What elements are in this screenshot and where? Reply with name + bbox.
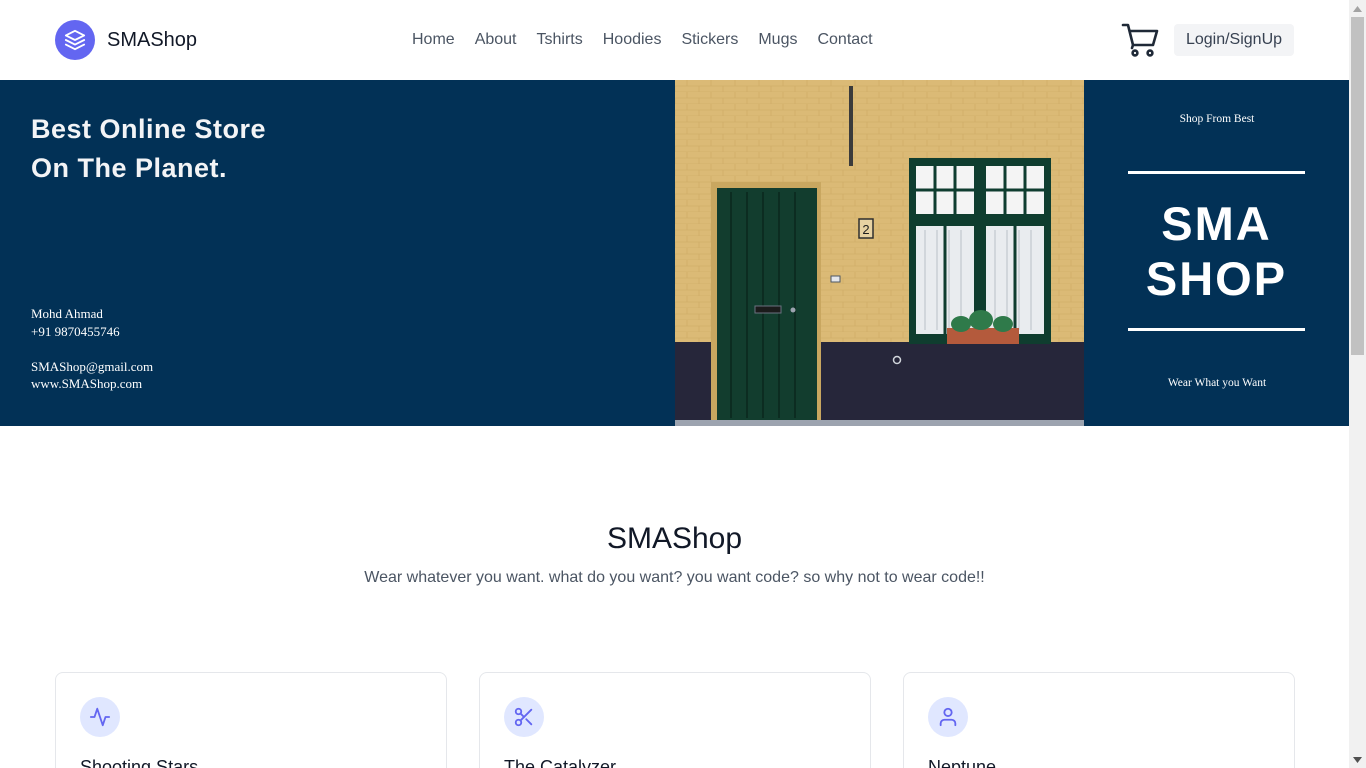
main-nav: Home About Tshirts Hoodies Stickers Mugs… [402, 29, 883, 51]
scissors-icon [504, 697, 544, 737]
section-title: SMAShop [606, 522, 743, 555]
navbar: SMAShop Home About Tshirts Hoodies Stick… [0, 0, 1349, 80]
hero-contact-block: Mohd Ahmad +91 9870455746 SMAShop@gmail.… [31, 305, 153, 393]
hero-divider-bottom [1128, 328, 1305, 331]
activity-pulse-icon [80, 697, 120, 737]
hero-headline: Best Online Store On The Planet. [31, 114, 267, 183]
brand-link[interactable]: SMAShop [55, 20, 197, 60]
cart-icon[interactable] [1121, 22, 1159, 58]
contact-phone: +91 9870455746 [31, 323, 120, 339]
feature-card-neptune: Neptune [903, 672, 1295, 768]
feature-card-shooting-stars: Shooting Stars [55, 672, 447, 768]
scroll-up-arrow-icon[interactable] [1349, 0, 1366, 17]
nav-link-about[interactable]: About [475, 29, 517, 51]
hero-tagline-top: Shop From Best [1179, 113, 1255, 125]
nav-link-contact[interactable]: Contact [817, 29, 872, 51]
nav-link-tshirts[interactable]: Tshirts [537, 29, 583, 51]
hero-logo-line2: SHOP [1145, 252, 1288, 305]
hero-logo-text: SMA SHOP [1128, 196, 1305, 306]
feature-card-the-catalyzer: The Catalyzer [479, 672, 871, 768]
contact-email: SMAShop@gmail.com [31, 358, 154, 374]
hero-banner: Best Online Store On The Planet. Mohd Ah… [0, 80, 1349, 426]
hero-tagline-bottom: Wear What you Want [1167, 377, 1267, 389]
brand-name: SMAShop [107, 28, 198, 51]
contact-name: Mohd Ahmad [31, 306, 103, 321]
login-signup-button[interactable]: Login/SignUp [1174, 24, 1294, 56]
hero-divider-top [1128, 171, 1305, 174]
section-subtitle: Wear whatever you want. what do you want… [364, 569, 985, 586]
door-number: 2 [862, 222, 869, 237]
card-title: Shooting Stars [80, 757, 199, 768]
hero-logo-line1: SMA [1161, 197, 1272, 250]
card-title: The Catalyzer [504, 757, 617, 768]
scroll-down-arrow-icon[interactable] [1349, 751, 1366, 768]
nav-link-home[interactable]: Home [412, 29, 455, 51]
card-title: Neptune [928, 757, 997, 768]
nav-link-stickers[interactable]: Stickers [681, 29, 738, 51]
scrollbar-thumb[interactable] [1351, 17, 1364, 355]
stack-layers-icon [55, 20, 95, 60]
nav-link-hoodies[interactable]: Hoodies [603, 29, 662, 51]
storefront-photo: 2 [675, 80, 1084, 426]
user-icon [928, 697, 968, 737]
contact-website: www.SMAShop.com [31, 376, 143, 391]
nav-link-mugs[interactable]: Mugs [758, 29, 797, 51]
